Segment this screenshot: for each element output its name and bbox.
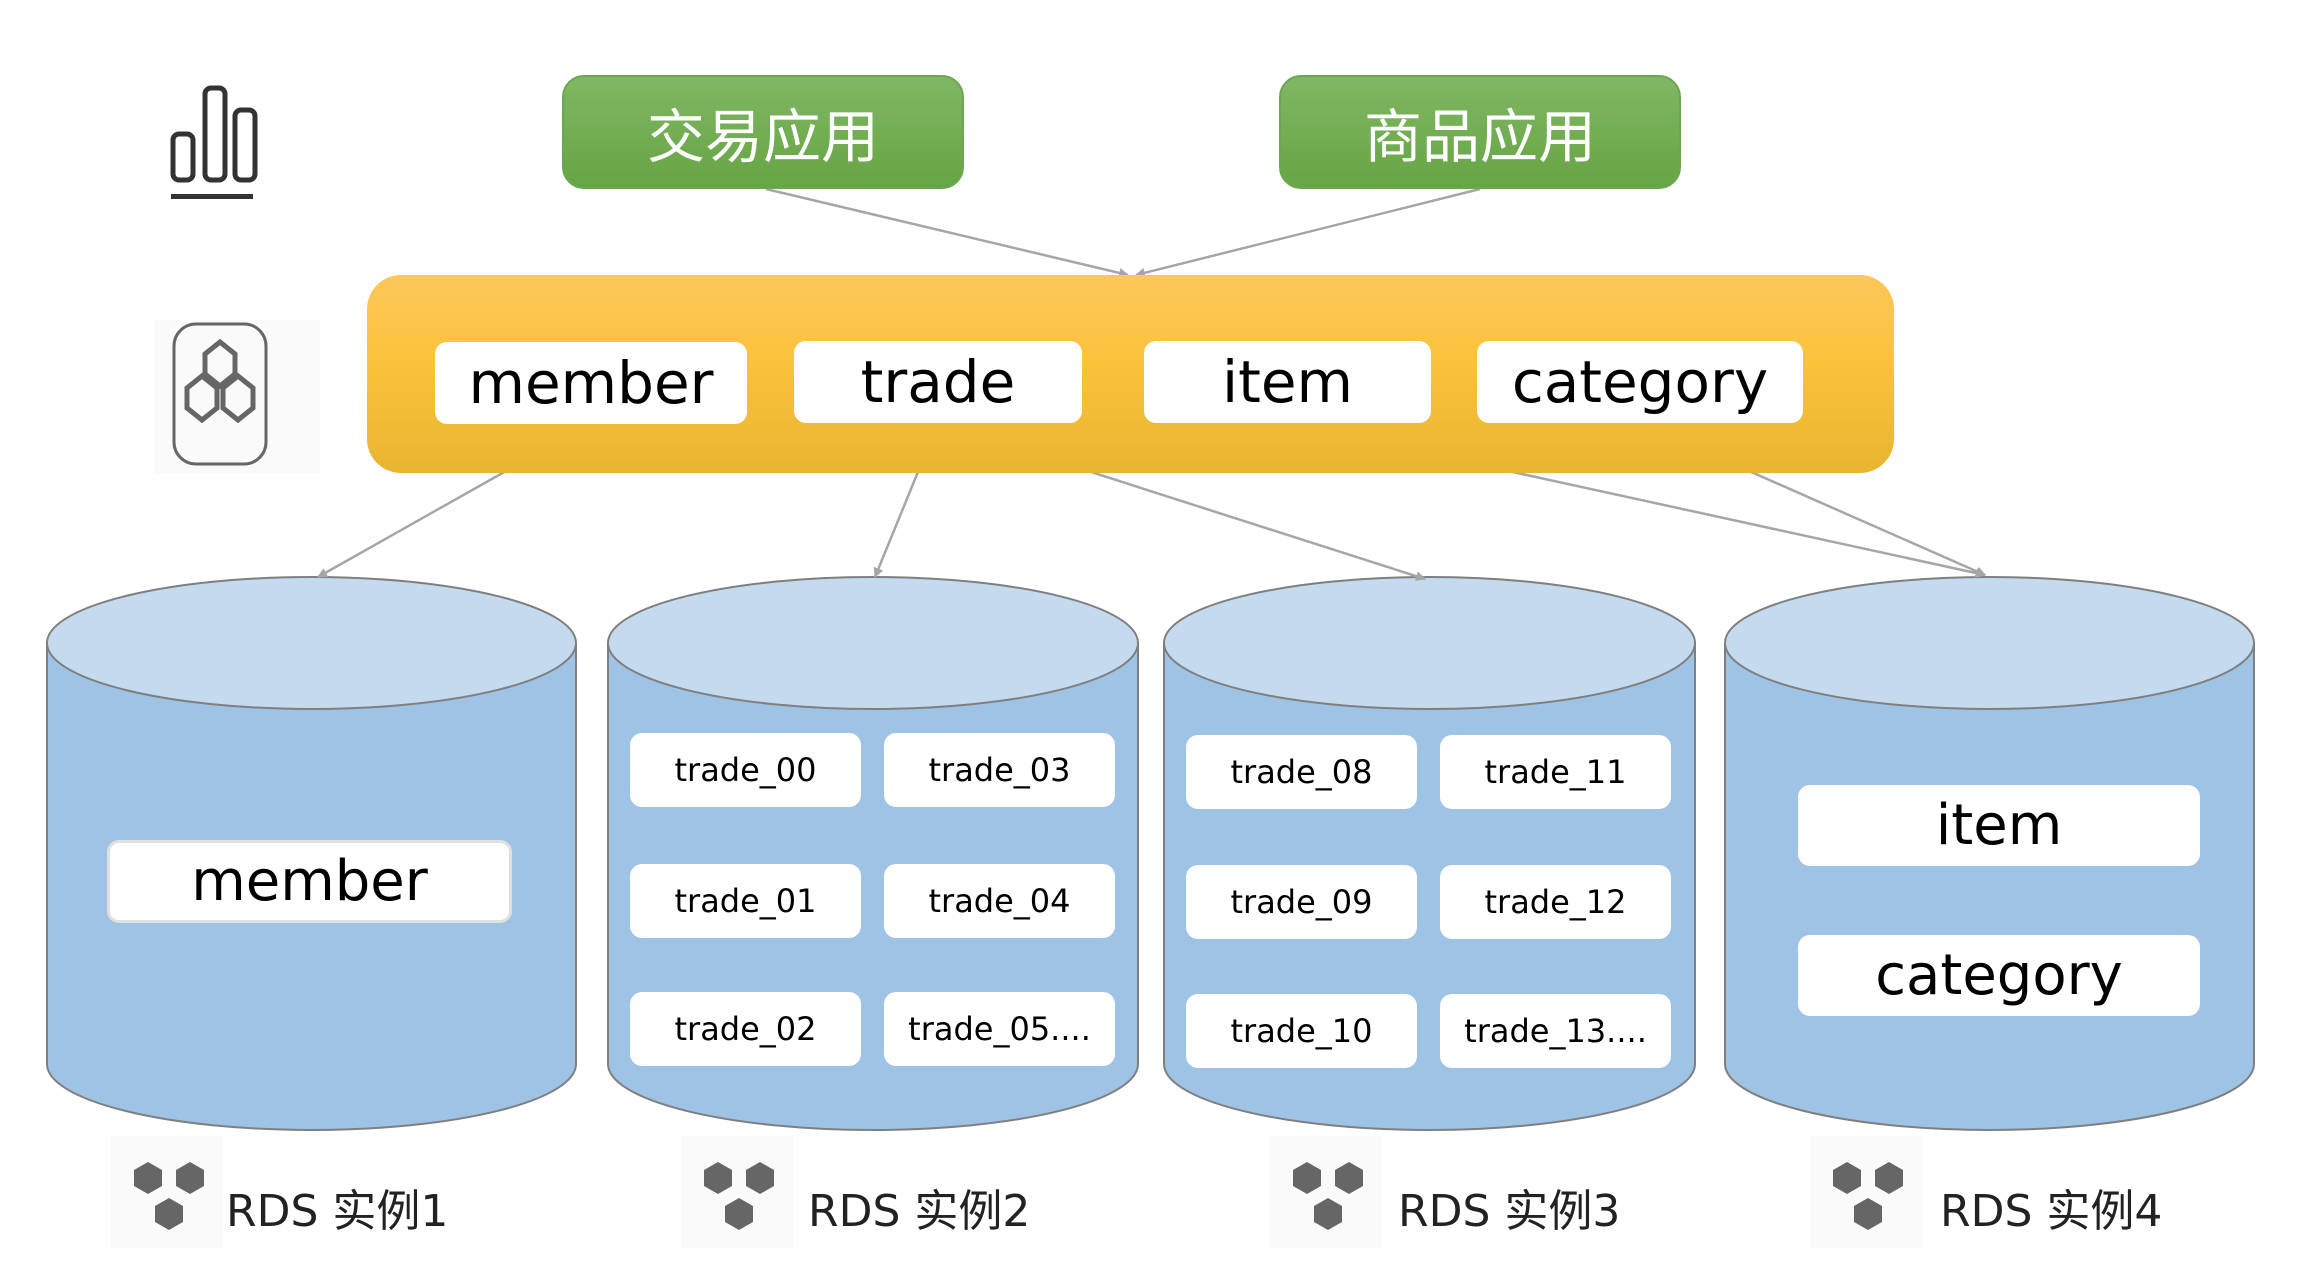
table-label: trade_11 bbox=[1484, 753, 1627, 791]
rds-cylinder-top bbox=[1724, 576, 2255, 710]
physical-table: trade_09 bbox=[1186, 865, 1417, 939]
arrow-trade-app-to-middleware bbox=[765, 187, 1129, 278]
logical-table-member: member bbox=[435, 342, 747, 424]
logical-table-category: category bbox=[1477, 341, 1803, 423]
physical-table: trade_02 bbox=[630, 992, 861, 1066]
physical-table-member: member bbox=[107, 840, 512, 923]
trade-app-label: 交易应用 bbox=[646, 103, 879, 171]
physical-table-category: category bbox=[1798, 935, 2200, 1016]
trade-app-box: 交易应用 bbox=[562, 75, 964, 189]
table-label: trade_03 bbox=[928, 751, 1071, 789]
logical-table-trade: trade bbox=[794, 341, 1082, 423]
rds-icon bbox=[1833, 1162, 1903, 1230]
rds-cylinder-top bbox=[607, 576, 1139, 710]
rds-instance-label: RDS 实例1 bbox=[226, 1186, 449, 1237]
physical-table: trade_04 bbox=[884, 864, 1115, 938]
logical-table-label: member bbox=[468, 349, 714, 417]
rds-cylinder-top bbox=[46, 576, 577, 710]
table-label: item bbox=[1935, 793, 2063, 858]
physical-table: trade_03 bbox=[884, 733, 1115, 807]
rds-instance-label: RDS 实例4 bbox=[1940, 1186, 2163, 1237]
item-app-box: 商品应用 bbox=[1279, 75, 1681, 189]
table-label: member bbox=[191, 849, 428, 914]
physical-table: trade_05.... bbox=[884, 992, 1115, 1066]
physical-table: trade_12 bbox=[1440, 865, 1671, 939]
logical-table-item: item bbox=[1144, 341, 1431, 423]
table-label: trade_01 bbox=[674, 882, 817, 920]
rds-instance-label: RDS 实例2 bbox=[808, 1186, 1031, 1237]
physical-table: trade_11 bbox=[1440, 735, 1671, 809]
physical-table: trade_08 bbox=[1186, 735, 1417, 809]
rds-cylinder-body bbox=[1724, 642, 2255, 1131]
table-label: trade_04 bbox=[928, 882, 1071, 920]
table-label: trade_12 bbox=[1484, 883, 1627, 921]
table-label: category bbox=[1875, 943, 2123, 1008]
rds-instance-label: RDS 实例3 bbox=[1398, 1186, 1621, 1237]
table-label: trade_02 bbox=[674, 1010, 817, 1048]
logical-table-label: item bbox=[1221, 348, 1354, 416]
physical-table-item: item bbox=[1798, 785, 2200, 866]
logical-table-label: trade bbox=[860, 348, 1016, 416]
rds-cylinder-top bbox=[1163, 576, 1696, 710]
physical-table: trade_01 bbox=[630, 864, 861, 938]
item-app-label: 商品应用 bbox=[1363, 103, 1596, 171]
table-label: trade_13.... bbox=[1464, 1012, 1647, 1050]
table-label: trade_08 bbox=[1230, 753, 1373, 791]
table-label: trade_10 bbox=[1230, 1012, 1373, 1050]
rds-icon bbox=[1293, 1162, 1363, 1230]
table-label: trade_05.... bbox=[908, 1010, 1091, 1048]
logical-table-label: category bbox=[1511, 348, 1769, 416]
rds-icon bbox=[134, 1162, 204, 1230]
physical-table: trade_00 bbox=[630, 733, 861, 807]
table-label: trade_09 bbox=[1230, 883, 1373, 921]
table-label: trade_00 bbox=[674, 751, 817, 789]
physical-table: trade_13.... bbox=[1440, 994, 1671, 1068]
physical-table: trade_10 bbox=[1186, 994, 1417, 1068]
arrow-item-app-to-middleware bbox=[1135, 187, 1481, 278]
rds-icon bbox=[704, 1162, 774, 1230]
diagram-connectors bbox=[46, 187, 2255, 1131]
